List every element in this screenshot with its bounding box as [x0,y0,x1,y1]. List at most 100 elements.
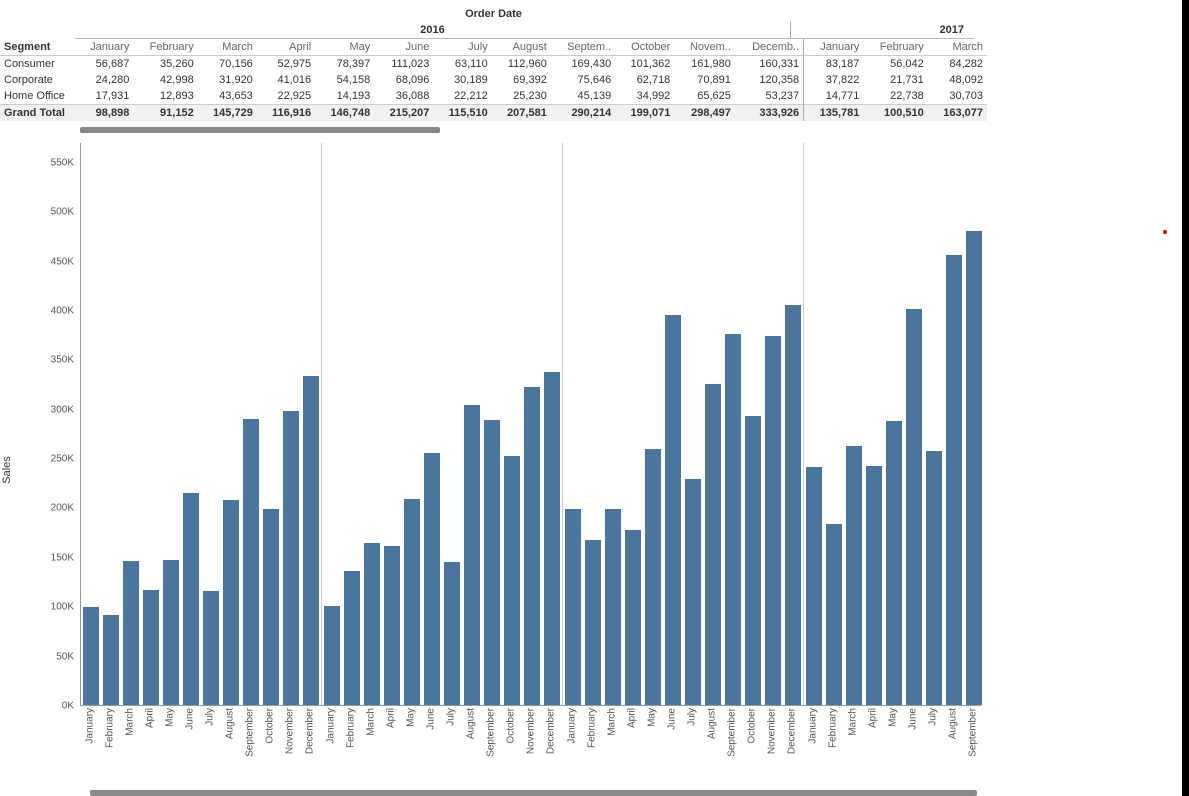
bar[interactable] [404,499,420,705]
cell[interactable]: 70,891 [674,72,735,88]
cell[interactable]: 17,931 [75,88,133,105]
cell[interactable]: 42,998 [133,72,197,88]
cell[interactable]: 43,653 [198,88,257,105]
bar[interactable] [444,562,460,705]
bar[interactable] [826,524,842,705]
cell[interactable]: 78,397 [315,56,374,73]
year-header-2017[interactable]: 2017 [790,22,974,39]
month-header[interactable]: February [863,39,927,56]
month-header[interactable]: Septem.. [551,39,615,56]
bar[interactable] [123,561,139,705]
row-label[interactable]: Consumer [0,56,75,73]
bar[interactable] [324,606,340,705]
bar[interactable] [283,411,299,705]
bar[interactable] [806,467,822,705]
bar[interactable] [143,590,159,705]
month-header[interactable]: January [804,39,864,56]
bar[interactable] [946,255,962,705]
bar[interactable] [785,305,801,705]
segment-header[interactable]: Segment [0,39,75,56]
bar[interactable] [203,591,219,705]
cell[interactable]: 22,212 [433,88,491,105]
cell[interactable]: 35,260 [133,56,197,73]
bar[interactable] [83,607,99,705]
bar[interactable] [705,384,721,705]
bar[interactable] [464,405,480,705]
cell[interactable]: 14,193 [315,88,374,105]
cell[interactable]: 163,077 [928,105,987,122]
month-header[interactable]: April [257,39,315,56]
cell[interactable]: 36,088 [374,88,433,105]
bar[interactable] [966,231,982,705]
cell[interactable]: 48,092 [928,72,987,88]
cell[interactable]: 24,280 [75,72,133,88]
cell[interactable]: 101,362 [615,56,674,73]
month-header[interactable]: Novem.. [674,39,735,56]
bar[interactable] [765,336,781,705]
bar[interactable] [504,456,520,705]
cell[interactable]: 12,893 [133,88,197,105]
cell[interactable]: 34,992 [615,88,674,105]
bar[interactable] [163,560,179,705]
bar[interactable] [565,509,581,705]
cell[interactable]: 116,916 [257,105,315,122]
month-header[interactable]: Decemb.. [735,39,804,56]
bar[interactable] [243,419,259,705]
month-header[interactable]: August [492,39,551,56]
cell[interactable]: 135,781 [804,105,864,122]
bar[interactable] [725,334,741,705]
cell[interactable]: 62,718 [615,72,674,88]
bar[interactable] [665,315,681,705]
month-header[interactable]: July [433,39,491,56]
bar[interactable] [263,509,279,705]
row-label[interactable]: Home Office [0,88,75,105]
cell[interactable]: 52,975 [257,56,315,73]
bar[interactable] [524,387,540,705]
month-header[interactable]: October [615,39,674,56]
month-header[interactable]: June [374,39,433,56]
cell[interactable]: 63,110 [433,56,491,73]
year-header-2016[interactable]: 2016 [75,22,790,39]
month-header[interactable]: March [198,39,257,56]
table-horizontal-scrollbar[interactable] [80,127,440,133]
cell[interactable]: 111,023 [374,56,433,73]
cell[interactable]: 169,430 [551,56,615,73]
cell[interactable]: 56,687 [75,56,133,73]
cell[interactable]: 45,139 [551,88,615,105]
bar[interactable] [585,540,601,705]
bar[interactable] [745,416,761,705]
chart-horizontal-scrollbar[interactable] [90,790,977,796]
month-header[interactable]: March [928,39,987,56]
cell[interactable]: 160,331 [735,56,804,73]
cell[interactable]: 22,738 [863,88,927,105]
cell[interactable]: 215,207 [374,105,433,122]
bar[interactable] [544,372,560,705]
month-header[interactable]: January [75,39,133,56]
bar[interactable] [906,309,922,705]
cell[interactable]: 207,581 [492,105,551,122]
cell[interactable]: 69,392 [492,72,551,88]
month-header[interactable]: May [315,39,374,56]
cell[interactable]: 199,071 [615,105,674,122]
bar[interactable] [103,615,119,705]
bar[interactable] [625,530,641,705]
row-label[interactable]: Grand Total [0,105,75,122]
cell[interactable]: 56,042 [863,56,927,73]
bar[interactable] [183,493,199,705]
cell[interactable]: 146,748 [315,105,374,122]
row-label[interactable]: Corporate [0,72,75,88]
cell[interactable]: 145,729 [198,105,257,122]
bar[interactable] [484,420,500,705]
cell[interactable]: 83,187 [804,56,864,73]
cell[interactable]: 30,189 [433,72,491,88]
cell[interactable]: 65,625 [674,88,735,105]
cell[interactable]: 298,497 [674,105,735,122]
cell[interactable]: 100,510 [863,105,927,122]
bar[interactable] [605,509,621,705]
cell[interactable]: 75,646 [551,72,615,88]
cell[interactable]: 84,282 [928,56,987,73]
cell[interactable]: 41,016 [257,72,315,88]
cell[interactable]: 22,925 [257,88,315,105]
bar[interactable] [866,466,882,705]
cell[interactable]: 290,214 [551,105,615,122]
